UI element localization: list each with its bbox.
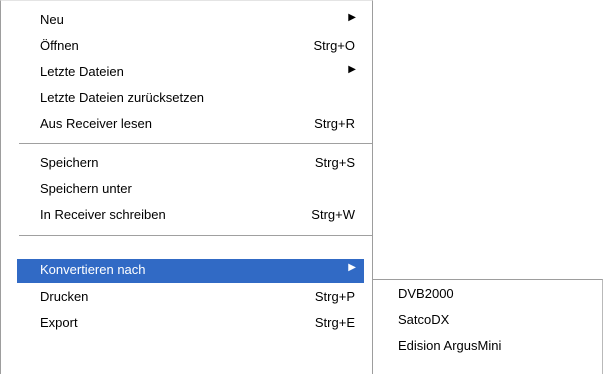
submenu-item-label: SatcoDX [398, 312, 450, 327]
menu-item-label: Letzte Dateien zurücksetzen [40, 90, 205, 105]
menu-item-speichern[interactable]: Speichern Strg+S [17, 151, 364, 177]
menu-item-letzte-dateien[interactable]: Letzte Dateien ▶ [17, 60, 364, 86]
menu-item-shortcut: Strg+R [314, 116, 355, 131]
submenu-item-label: DVB2000 [398, 286, 454, 301]
menu-item-label: Konvertieren nach [40, 262, 146, 277]
menu-item-label: Speichern unter [40, 181, 132, 196]
menu-item-shortcut: Strg+S [314, 155, 355, 170]
menu-separator [19, 143, 372, 145]
menu-item-neu[interactable]: Neu ▶ [17, 8, 364, 34]
menu-separator [19, 235, 372, 237]
submenu-item-dvb2000[interactable]: DVB2000 [373, 282, 601, 308]
menu-item-label: In Receiver schreiben [40, 207, 166, 222]
menu-item-drucken[interactable]: Drucken Strg+P [17, 285, 364, 311]
file-menu: Neu ▶ Öffnen Strg+O Letzte Dateien ▶ Let… [0, 0, 373, 374]
menu-item-shortcut: Strg+O [313, 38, 355, 53]
menu-item-label: Aus Receiver lesen [40, 116, 152, 131]
submenu-arrow-icon: ▶ [348, 12, 356, 23]
menu-item-label: Öffnen [40, 38, 79, 53]
submenu-item-edision-argusmini[interactable]: Edision ArgusMini [373, 334, 601, 360]
konvertieren-submenu: DVB2000 SatcoDX Edision ArgusMini [373, 279, 603, 374]
submenu-arrow-icon: ▶ [348, 262, 356, 273]
menu-item-in-receiver-schreiben[interactable]: In Receiver schreiben Strg+W [17, 203, 364, 229]
menu-item-shortcut: Strg+E [314, 315, 355, 330]
menu-item-label: Letzte Dateien [40, 64, 124, 79]
menu-item-label: Neu [40, 12, 64, 27]
menu-item-label: Export [40, 315, 78, 330]
submenu-arrow-icon: ▶ [348, 64, 356, 75]
menu-item-oeffnen[interactable]: Öffnen Strg+O [17, 34, 364, 60]
menu-item-shortcut: Strg+P [314, 289, 355, 304]
menu-item-speichern-unter[interactable]: Speichern unter [17, 177, 364, 203]
submenu-item-label: Edision ArgusMini [398, 338, 502, 353]
menu-item-export[interactable]: Export Strg+E [17, 311, 364, 337]
menu-item-shortcut: Strg+W [311, 207, 355, 222]
menu-item-label: Drucken [40, 289, 89, 304]
menu-item-label: Speichern [40, 155, 99, 170]
menu-item-letzte-dateien-zuruecksetzen[interactable]: Letzte Dateien zurücksetzen [17, 86, 364, 112]
menu-item-konvertieren-nach[interactable]: Konvertieren nach ▶ [17, 259, 364, 283]
menu-item-aus-receiver-lesen[interactable]: Aus Receiver lesen Strg+R [17, 112, 364, 138]
submenu-item-satcodx[interactable]: SatcoDX [373, 308, 601, 334]
